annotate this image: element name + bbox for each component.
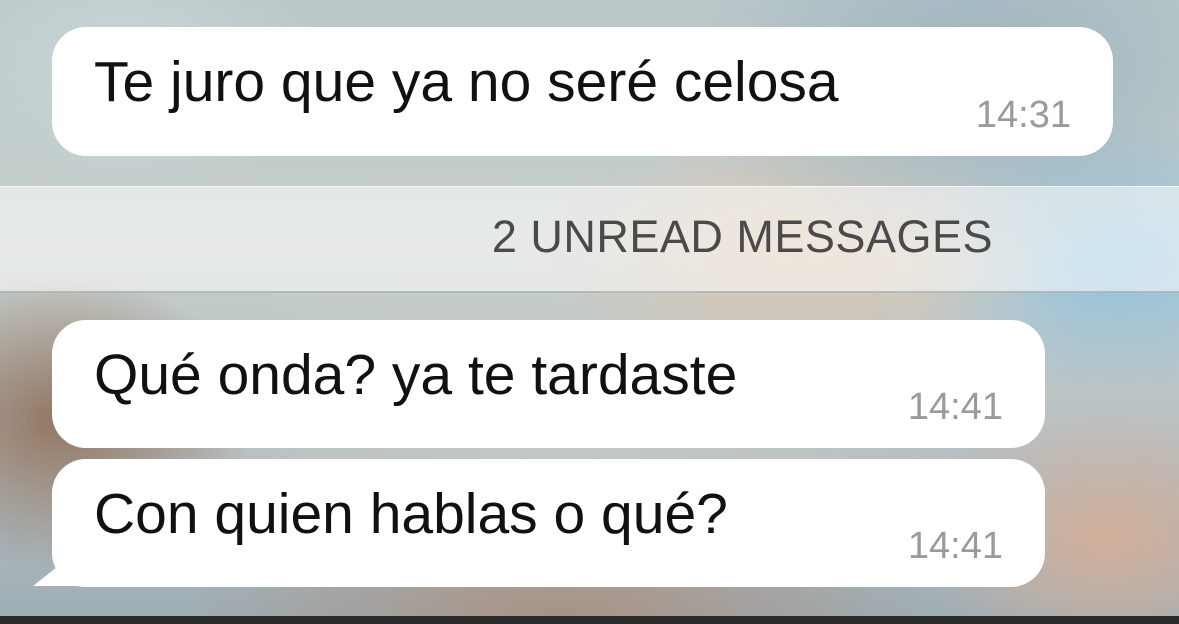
message-timestamp: 14:41 <box>907 525 1003 567</box>
message-bubble[interactable]: Qué onda? ya te tardaste 14:41 <box>52 320 1045 448</box>
message-text: Qué onda? ya te tardaste <box>94 343 738 407</box>
message-bubble[interactable]: Te juro que ya no seré celosa 14:31 <box>52 27 1113 156</box>
unread-divider-label: 2 UNREAD MESSAGES <box>491 211 993 262</box>
message-timestamp: 14:31 <box>975 94 1071 136</box>
message-text: Con quien hablas o qué? <box>94 482 728 546</box>
bottom-edge <box>0 616 1179 624</box>
message-text: Te juro que ya no seré celosa <box>94 50 839 114</box>
message-timestamp: 14:41 <box>907 386 1003 428</box>
message-bubble[interactable]: Con quien hablas o qué? 14:41 <box>52 459 1045 587</box>
